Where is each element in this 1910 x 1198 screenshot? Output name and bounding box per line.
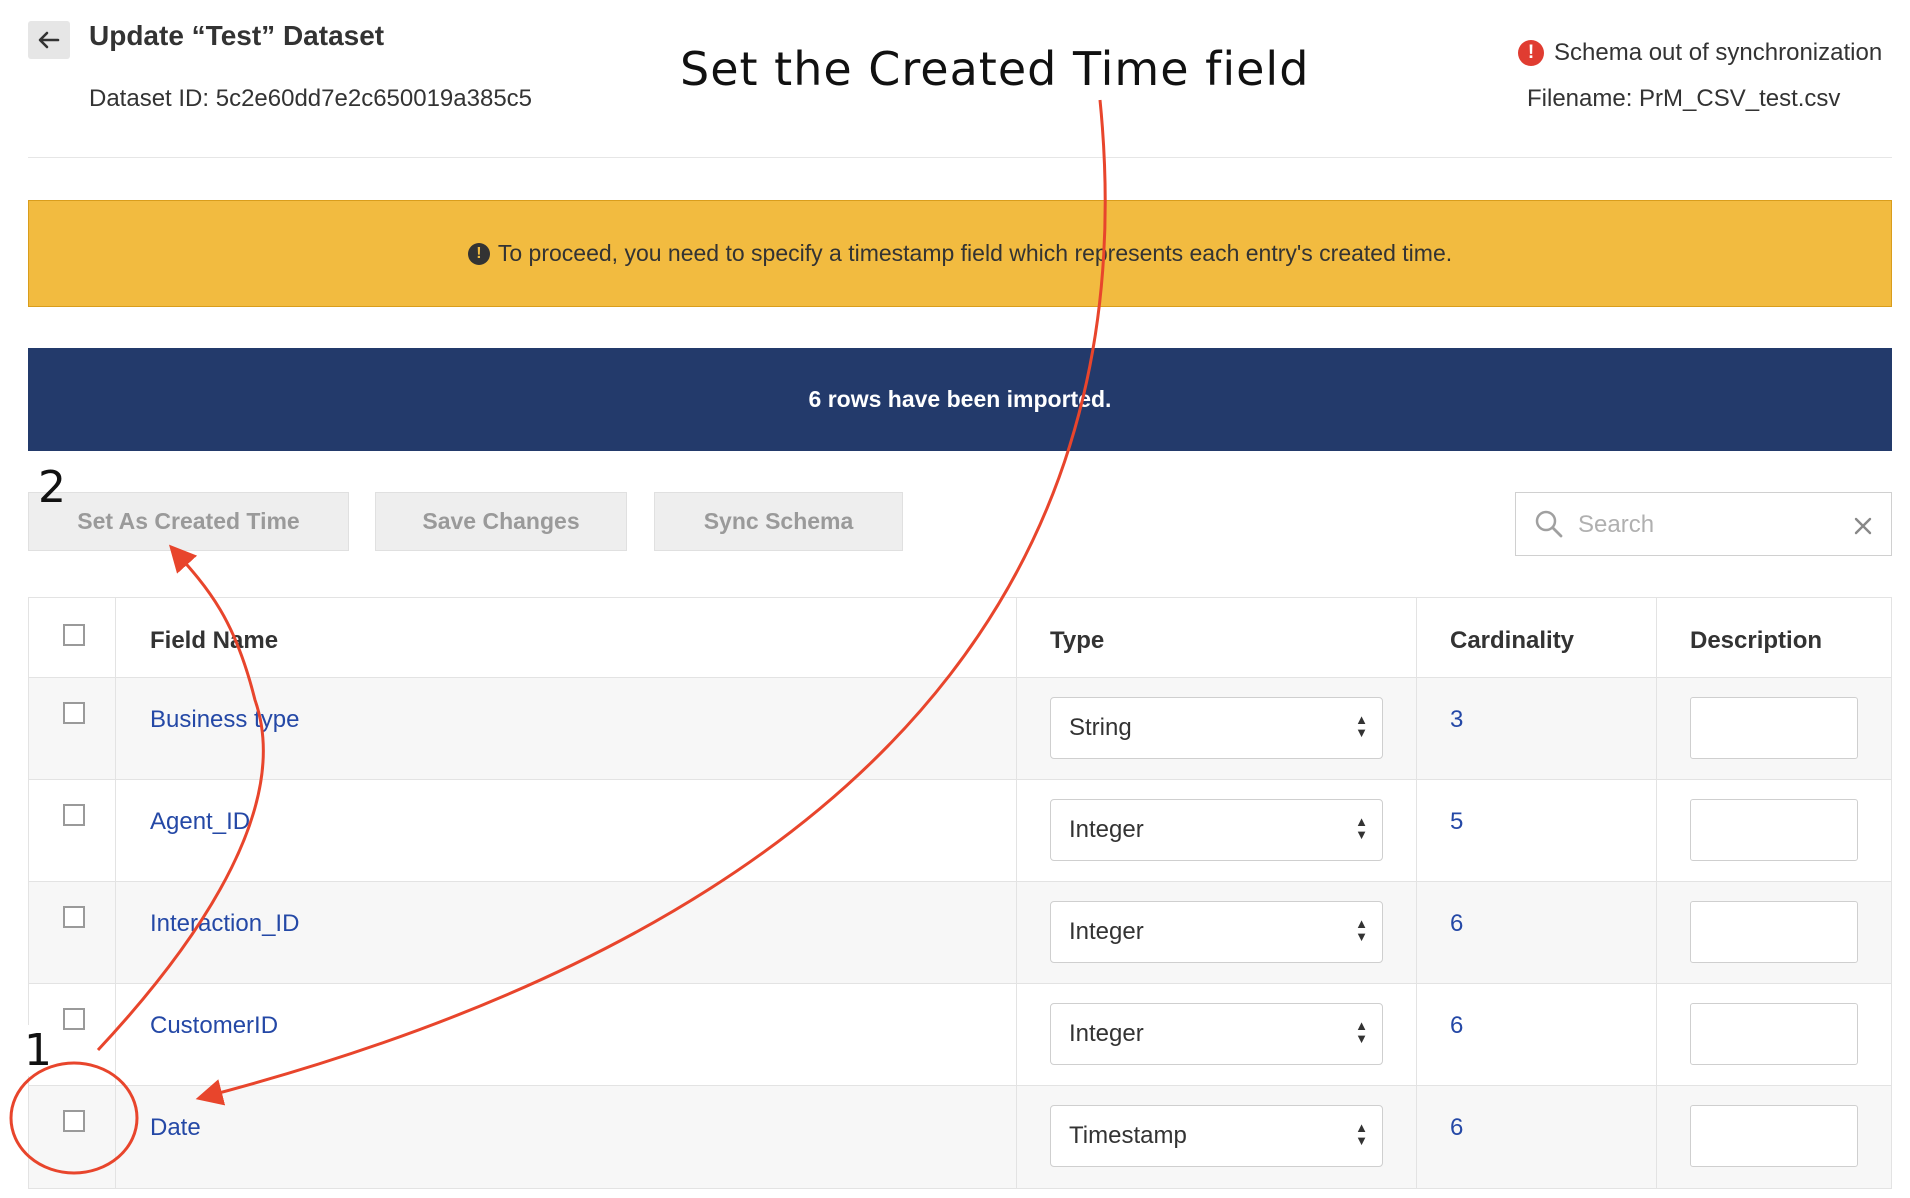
column-divider xyxy=(1416,598,1417,1188)
annotation-step-1: 1 xyxy=(20,1025,56,1076)
import-status-banner: 6 rows have been imported. xyxy=(28,348,1892,451)
select-arrows-icon: ▲ ▼ xyxy=(1355,1120,1368,1148)
cardinality-value: 5 xyxy=(1450,808,1464,835)
type-select-value: String xyxy=(1069,714,1132,741)
table-row: CustomerID Integer ▲ ▼ 6 xyxy=(29,984,1891,1086)
table-row: Interaction_ID Integer ▲ ▼ 6 xyxy=(29,882,1891,984)
description-input[interactable] xyxy=(1690,901,1858,963)
arrow-left-icon xyxy=(38,31,60,49)
save-changes-button[interactable]: Save Changes xyxy=(375,492,627,551)
row-checkbox[interactable] xyxy=(63,1008,85,1030)
sync-schema-button[interactable]: Sync Schema xyxy=(654,492,903,551)
type-select-value: Integer xyxy=(1069,816,1144,843)
search-input[interactable] xyxy=(1576,507,1840,543)
type-select[interactable]: Timestamp ▲ ▼ xyxy=(1050,1105,1383,1167)
type-select[interactable]: Integer ▲ ▼ xyxy=(1050,1003,1383,1065)
annotation-title: Set the Created Time field xyxy=(680,42,1310,96)
cardinality-value: 6 xyxy=(1450,1012,1464,1039)
field-name-link[interactable]: CustomerID xyxy=(150,1012,278,1040)
table-row: Date Timestamp ▲ ▼ 6 xyxy=(29,1086,1891,1188)
filename: Filename: PrM_CSV_test.csv xyxy=(1527,85,1841,112)
schema-sync-label: Schema out of synchronization xyxy=(1554,39,1883,66)
cardinality-value: 6 xyxy=(1450,910,1464,937)
row-checkbox[interactable] xyxy=(63,804,85,826)
annotation-step-2: 2 xyxy=(38,462,66,513)
column-divider xyxy=(1656,598,1657,1188)
type-select-value: Integer xyxy=(1069,1020,1144,1047)
row-checkbox[interactable] xyxy=(63,702,85,724)
field-name-link[interactable]: Date xyxy=(150,1114,201,1142)
header-divider xyxy=(28,157,1892,158)
type-select-value: Timestamp xyxy=(1069,1122,1187,1149)
row-checkbox[interactable] xyxy=(63,1110,85,1132)
column-divider xyxy=(1016,598,1017,1188)
exclamation-icon: ! xyxy=(467,242,490,265)
select-arrows-icon: ▲ ▼ xyxy=(1355,814,1368,842)
set-as-created-time-button[interactable]: Set As Created Time xyxy=(28,492,349,551)
description-input[interactable] xyxy=(1690,1003,1858,1065)
header-cardinality: Cardinality xyxy=(1450,627,1575,654)
type-select-value: Integer xyxy=(1069,918,1144,945)
cardinality-value: 6 xyxy=(1450,1114,1464,1141)
row-checkbox[interactable] xyxy=(63,906,85,928)
page-title: Update “Test” Dataset xyxy=(89,20,385,51)
select-arrows-icon: ▲ ▼ xyxy=(1355,712,1368,740)
alert-icon: ! xyxy=(1518,40,1544,66)
back-button[interactable] xyxy=(28,21,70,59)
header-type: Type xyxy=(1050,627,1105,654)
table-header-row: Field Name Type Cardinality Description xyxy=(29,598,1891,678)
type-select[interactable]: Integer ▲ ▼ xyxy=(1050,901,1383,963)
search-box[interactable] xyxy=(1515,492,1892,556)
import-status-text: 6 rows have been imported. xyxy=(808,386,1112,412)
description-input[interactable] xyxy=(1690,697,1858,759)
header-field-name: Field Name xyxy=(150,627,279,654)
fields-table: Field Name Type Cardinality Description … xyxy=(28,597,1892,1189)
dataset-id: Dataset ID: 5c2e60dd7e2c650019a385c5 xyxy=(89,85,533,112)
field-name-link[interactable]: Agent_ID xyxy=(150,808,250,836)
warning-banner: ! To proceed, you need to specify a time… xyxy=(28,200,1892,307)
table-row: Agent_ID Integer ▲ ▼ 5 xyxy=(29,780,1891,882)
schema-sync-status: ! Schema out of synchronization xyxy=(1518,39,1882,67)
field-name-link[interactable]: Business type xyxy=(150,706,299,734)
clear-search-icon[interactable] xyxy=(1854,517,1872,535)
type-select[interactable]: String ▲ ▼ xyxy=(1050,697,1383,759)
table-row: Business type String ▲ ▼ 3 xyxy=(29,678,1891,780)
select-all-checkbox[interactable] xyxy=(63,624,85,646)
field-name-link[interactable]: Interaction_ID xyxy=(150,910,299,938)
column-divider xyxy=(115,598,116,1188)
type-select[interactable]: Integer ▲ ▼ xyxy=(1050,799,1383,861)
header-description: Description xyxy=(1690,627,1823,654)
select-arrows-icon: ▲ ▼ xyxy=(1355,1018,1368,1046)
select-arrows-icon: ▲ ▼ xyxy=(1355,916,1368,944)
search-icon xyxy=(1535,510,1563,538)
description-input[interactable] xyxy=(1690,799,1858,861)
warning-text: To proceed, you need to specify a timest… xyxy=(497,240,1453,266)
description-input[interactable] xyxy=(1690,1105,1858,1167)
cardinality-value: 3 xyxy=(1450,706,1464,733)
